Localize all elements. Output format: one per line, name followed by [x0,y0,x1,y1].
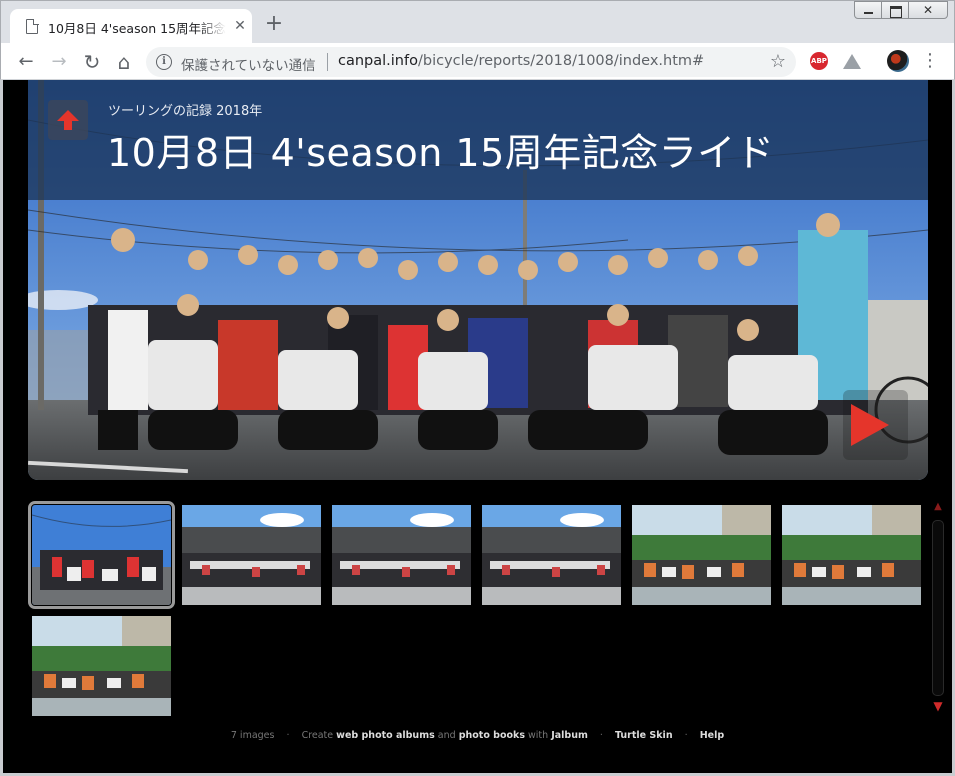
thumbnail-image [782,505,921,605]
image-count: 7 images [230,730,275,741]
close-tab-icon[interactable]: ✕ [232,18,248,34]
thumbnail-image [182,505,321,605]
arrow-right-icon [851,404,889,446]
footer-separator: · [599,730,603,741]
window-frame-left [0,80,3,776]
web-photo-albums-link[interactable]: web photo albums [336,730,435,741]
main-photo[interactable]: ツーリングの記録 2018年 10月8日 4'season 15周年記念ライド [28,80,928,480]
browser-tab[interactable]: 10月8日 4'season 15周年記念ライド ✕ [10,9,252,44]
page-title: 10月8日 4'season 15周年記念ライド [107,131,775,175]
next-image-button[interactable] [843,390,908,460]
thumbnail-scrollbar[interactable]: ▲ ▼ [932,502,944,712]
home-button[interactable]: ⌂ [111,49,137,75]
page-icon [26,18,39,34]
thumbnail-image [632,505,771,605]
footer-separator: · [684,730,688,741]
thumbnail-7[interactable] [32,616,171,716]
thumbnail-image [332,505,471,605]
drive-extension-icon[interactable] [843,54,861,69]
footer: 7 images · Create web photo albums and p… [3,730,952,741]
close-window-button[interactable]: ✕ [908,1,948,19]
profile-avatar[interactable] [887,50,909,72]
thumbnail-5[interactable] [632,505,771,605]
scroll-up-icon[interactable]: ▲ [932,502,944,512]
thumbnail-image [482,505,621,605]
new-tab-button[interactable]: + [263,13,285,36]
footer-create-text: Create [301,730,334,741]
thumbnail-2[interactable] [182,505,321,605]
album-header: ツーリングの記録 2018年 10月8日 4'season 15周年記念ライド [28,80,928,200]
scroll-down-icon[interactable]: ▼ [932,700,944,712]
tab-title: 10月8日 4'season 15周年記念ライド [48,21,226,36]
url-text[interactable]: canpal.info/bicycle/reports/2018/1008/in… [338,53,704,69]
jalbum-link[interactable]: Jalbum [551,730,588,741]
thumbnail-3[interactable] [332,505,471,605]
insecure-label: 保護されていない通信 [181,58,316,74]
minimize-button[interactable] [854,1,882,19]
address-bar[interactable]: i 保護されていない通信 canpal.info/bicycle/reports… [146,47,796,77]
turtle-skin-link[interactable]: Turtle Skin [615,730,673,741]
url-host: canpal.info [338,53,418,69]
photo-books-link[interactable]: photo books [459,730,525,741]
help-link[interactable]: Help [700,730,724,741]
footer-and-text: and [437,730,456,741]
url-path: /bicycle/reports/2018/1008/index.htm# [417,53,705,69]
footer-separator: · [286,730,290,741]
forward-button[interactable]: → [46,49,72,75]
thumbnail-image [32,505,171,605]
browser-toolbar: ← → ↻ ⌂ i 保護されていない通信 canpal.info/bicycle… [0,43,955,80]
maximize-button[interactable] [881,1,909,19]
footer-with-text: with [528,730,549,741]
window-controls: ✕ [854,1,948,19]
arrow-up-icon [57,110,79,130]
thumbnail-4[interactable] [482,505,621,605]
adblock-extension-icon[interactable]: ABP [810,52,828,70]
thumbnail-1[interactable] [28,501,175,609]
thumbnail-image [32,616,171,716]
address-separator [327,53,328,71]
scroll-thumb[interactable] [932,520,944,696]
info-icon[interactable]: i [156,54,172,70]
page-content: ツーリングの記録 2018年 10月8日 4'season 15周年記念ライド … [3,80,952,773]
thumbnail-6[interactable] [782,505,921,605]
breadcrumb[interactable]: ツーリングの記録 2018年 [108,100,262,119]
browser-menu-icon[interactable]: ⋮ [921,49,939,73]
reload-button[interactable]: ↻ [79,49,105,75]
back-button[interactable]: ← [13,49,39,75]
title-bar: 10月8日 4'season 15周年記念ライド ✕ + ✕ [0,0,955,44]
thumbnail-grid [28,500,928,720]
up-folder-button[interactable] [48,100,88,140]
bookmark-star-icon[interactable]: ☆ [770,51,786,72]
